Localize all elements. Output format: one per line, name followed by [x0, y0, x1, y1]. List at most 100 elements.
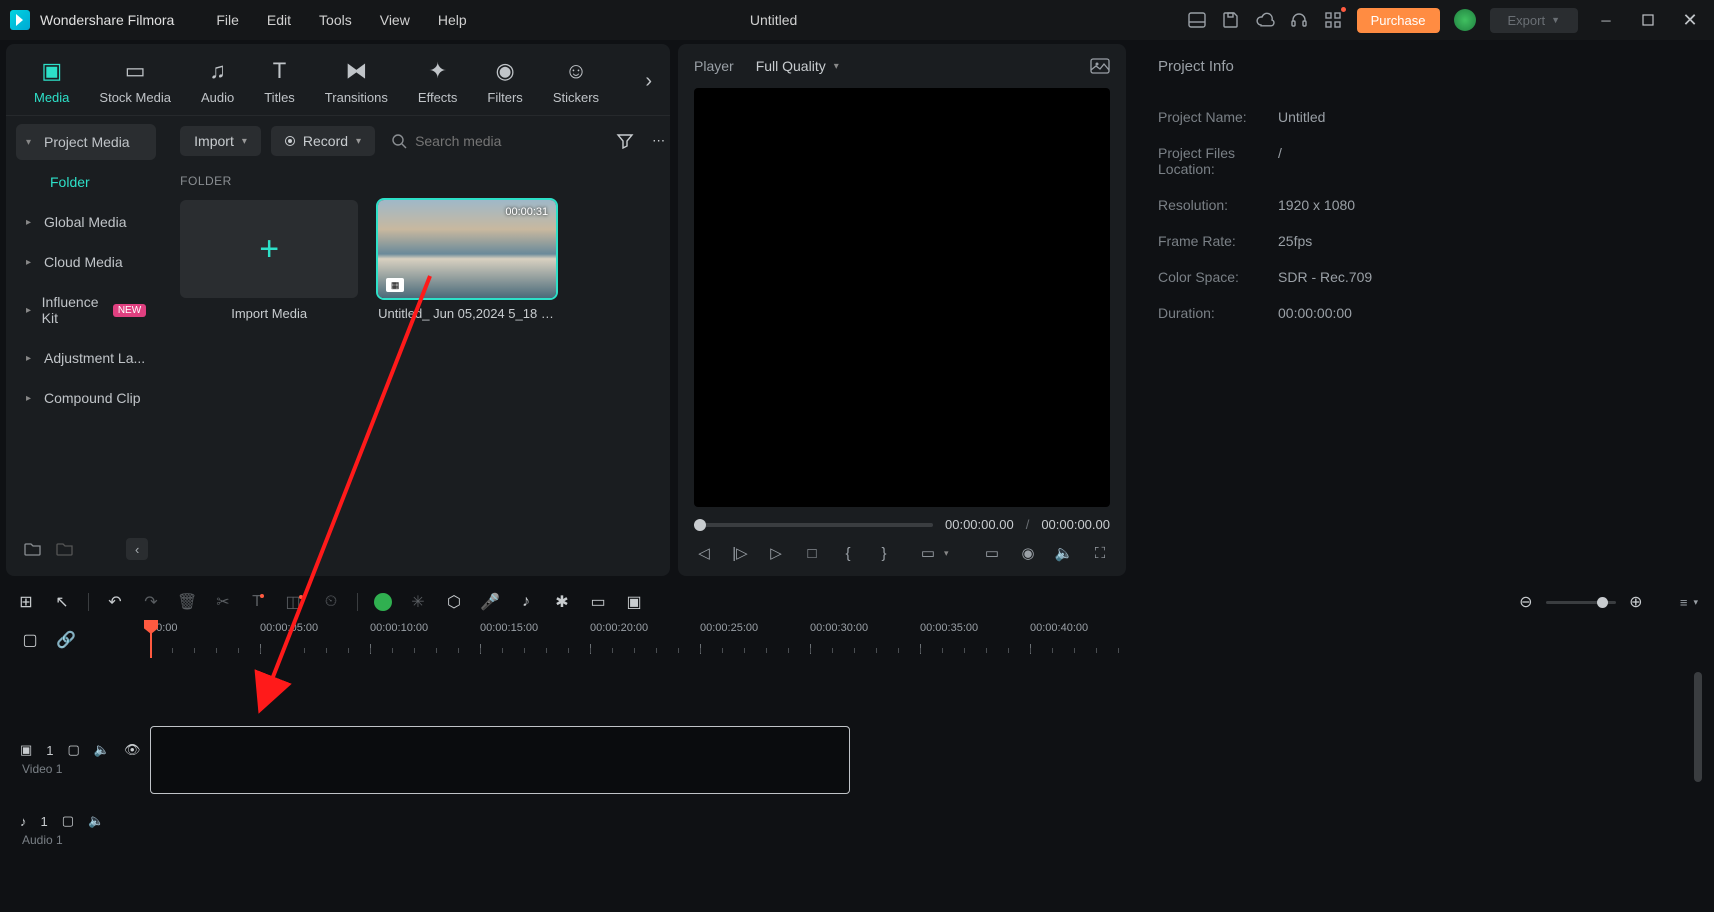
voiceover-icon[interactable]: 🎤 — [480, 592, 500, 612]
media-clip-card[interactable]: 00:00:31 ▦ Untitled_ Jun 05,2024 5_18 P.… — [378, 200, 556, 321]
zoom-slider[interactable] — [1546, 601, 1616, 604]
transition-icon: ⧓ — [345, 58, 367, 84]
zoom-out-icon[interactable]: ⊖ — [1516, 592, 1536, 612]
sidebar-item-folder[interactable]: Folder — [16, 164, 156, 200]
camera-icon[interactable]: ◉ — [1018, 544, 1038, 562]
menu-tools[interactable]: Tools — [305, 12, 366, 28]
stop-icon[interactable]: □ — [802, 545, 822, 562]
sidebar-item-adjustment-layer[interactable]: ▸Adjustment La... — [16, 340, 156, 376]
tab-stickers[interactable]: ☺Stickers — [543, 54, 609, 109]
video-type-icon: ▦ — [386, 278, 404, 292]
text-tool-icon[interactable]: T — [249, 593, 269, 611]
track-folder-icon[interactable]: ▢ — [68, 742, 80, 758]
step-back-icon[interactable]: |▷ — [730, 544, 750, 562]
caret-right-icon: ▸ — [26, 353, 36, 364]
timeline-ruler[interactable]: 00:00 00:00:05:00 00:00:10:00 00:00:15:0… — [150, 622, 1704, 658]
layout-icon[interactable] — [1187, 10, 1207, 30]
video-track-label: Video 1 — [20, 762, 140, 776]
track-manager-icon[interactable]: ⊞ — [16, 592, 36, 612]
mark-in-icon[interactable]: { — [838, 545, 858, 562]
tab-effects[interactable]: ✦Effects — [408, 54, 468, 109]
time-separator: / — [1026, 517, 1030, 532]
cloud-icon[interactable] — [1255, 10, 1275, 30]
audio-mixer-icon[interactable]: ♪ — [516, 593, 536, 611]
delete-icon[interactable]: 🗑 — [177, 592, 197, 612]
sidebar-item-project-media[interactable]: ▾Project Media — [16, 124, 156, 160]
close-icon[interactable]: ✕ — [1676, 10, 1704, 31]
undo-icon[interactable]: ↶ — [105, 592, 125, 612]
headphones-icon[interactable] — [1289, 10, 1309, 30]
track-folder-icon[interactable]: ▢ — [62, 813, 74, 829]
zoom-knob[interactable] — [1597, 597, 1608, 608]
volume-icon[interactable]: 🔈 — [1054, 544, 1074, 562]
tab-transitions[interactable]: ⧓Transitions — [315, 54, 398, 109]
prev-frame-icon[interactable]: ◁ — [694, 544, 714, 562]
library-panel: ▣Media ▭Stock Media ♫Audio TTitles ⧓Tran… — [6, 44, 670, 576]
sidebar-item-cloud-media[interactable]: ▸Cloud Media — [16, 244, 156, 280]
seek-slider[interactable] — [694, 523, 933, 527]
fullscreen-icon[interactable]: ⛶ — [1090, 545, 1110, 562]
tabs-more-icon[interactable]: › — [645, 70, 652, 93]
ruler-tick: 00:00:15:00 — [480, 622, 590, 658]
tab-media[interactable]: ▣Media — [24, 54, 79, 109]
record-button[interactable]: Record▾ — [271, 126, 375, 156]
purchase-button[interactable]: Purchase — [1357, 8, 1440, 33]
menu-file[interactable]: File — [202, 12, 253, 28]
menu-edit[interactable]: Edit — [253, 12, 305, 28]
timeline-view-select[interactable]: ≡▾ — [1680, 595, 1698, 610]
collapse-sidebar-icon[interactable]: ‹ — [126, 538, 148, 560]
search-media-input[interactable] — [385, 127, 602, 155]
render-icon[interactable]: ▣ — [624, 592, 644, 612]
link-icon[interactable]: 🔗 — [56, 630, 76, 650]
add-folder-icon[interactable] — [24, 541, 42, 557]
display-icon[interactable]: ▭ — [982, 544, 1002, 562]
sidebar-item-compound-clip[interactable]: ▸Compound Clip — [16, 380, 156, 416]
video-track-lane[interactable] — [150, 720, 1704, 798]
magnet-snap-icon[interactable]: ▢ — [20, 630, 40, 650]
tab-audio[interactable]: ♫Audio — [191, 54, 244, 109]
seek-knob[interactable] — [694, 519, 706, 531]
drop-target[interactable] — [150, 726, 850, 794]
tab-stock-media[interactable]: ▭Stock Media — [89, 54, 181, 109]
audio-track-lane[interactable] — [150, 798, 1704, 862]
import-button[interactable]: Import▾ — [180, 126, 261, 156]
ruler-tick: 00:00:35:00 — [920, 622, 1030, 658]
maximize-icon[interactable] — [1634, 14, 1662, 26]
export-button[interactable]: Export▼ — [1490, 8, 1579, 33]
visibility-icon[interactable]: 👁 — [124, 742, 141, 758]
quality-select[interactable]: Full Quality▾ — [748, 54, 847, 78]
split-icon[interactable]: ✂ — [213, 592, 233, 612]
tab-titles[interactable]: TTitles — [254, 54, 305, 109]
folder-link-icon[interactable] — [56, 541, 74, 557]
cursor-tool-icon[interactable]: ↖ — [52, 592, 72, 612]
playhead[interactable] — [150, 622, 152, 658]
mute-icon[interactable]: 🔈 — [94, 742, 110, 758]
color-icon[interactable]: ✳ — [408, 592, 428, 612]
play-icon[interactable]: ▷ — [766, 544, 786, 562]
tab-filters[interactable]: ◉Filters — [477, 54, 532, 109]
filter-icon[interactable] — [612, 133, 638, 149]
redo-icon[interactable]: ↷ — [141, 592, 161, 612]
sidebar-item-influence-kit[interactable]: ▸Influence KitNEW — [16, 284, 156, 336]
speed-icon[interactable]: ⏲ — [321, 593, 341, 611]
thumbnail-icon[interactable]: ▭ — [588, 592, 608, 612]
info-val-framerate: 25fps — [1278, 233, 1312, 249]
mark-out-icon[interactable]: } — [874, 545, 894, 562]
more-icon[interactable]: ⋯ — [648, 133, 669, 149]
marker-icon[interactable]: ⬡ — [444, 592, 464, 612]
import-media-card[interactable]: + Import Media — [180, 200, 358, 321]
minimize-icon[interactable]: ─ — [1592, 13, 1620, 28]
player-viewport[interactable] — [694, 88, 1110, 507]
zoom-in-icon[interactable]: ⊕ — [1626, 592, 1646, 612]
search-icon — [391, 133, 407, 149]
sidebar-item-global-media[interactable]: ▸Global Media — [16, 204, 156, 240]
aspect-select[interactable]: ▭▾ — [918, 544, 949, 562]
audio-sync-icon[interactable]: ✱ — [552, 592, 572, 612]
apps-icon[interactable] — [1323, 10, 1343, 30]
snapshot-icon[interactable] — [1090, 58, 1110, 74]
mute-icon[interactable]: 🔈 — [88, 813, 104, 829]
save-icon[interactable] — [1221, 10, 1241, 30]
crop-icon[interactable]: ◫ — [285, 592, 305, 612]
chroma-key-icon[interactable] — [374, 593, 392, 611]
user-avatar[interactable] — [1454, 9, 1476, 31]
